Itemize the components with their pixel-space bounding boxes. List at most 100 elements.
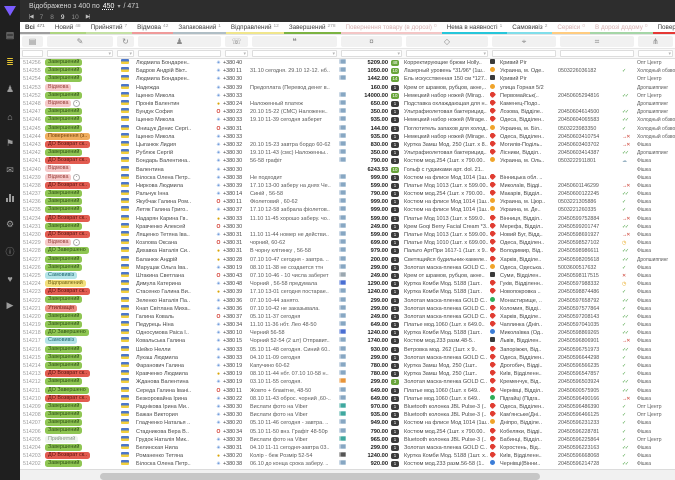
filter-input-product-icon[interactable]: ▾ bbox=[406, 50, 488, 57]
table-row[interactable]: 514221УтилізаціяКнап Світлана Миха..✳+38… bbox=[20, 305, 675, 313]
table-row[interactable]: 514244Повернення (з..Іщенко Микола✳+3803… bbox=[20, 133, 675, 141]
tracking-number[interactable]: 20450599752884 bbox=[558, 215, 622, 223]
tracking-number[interactable]: 20450596486390 bbox=[558, 403, 622, 411]
tracking-number[interactable]: 20450605294816 bbox=[558, 92, 622, 100]
messenger-icon[interactable]: О bbox=[214, 387, 223, 395]
table-row[interactable]: 514228ДО ЗавершеноДихавка Наталія Си..●+… bbox=[20, 247, 675, 255]
tracking-number[interactable]: 5003600517632 bbox=[558, 264, 622, 272]
messenger-icon[interactable]: ✳ bbox=[214, 403, 223, 411]
filter-input-phone-icon[interactable]: ▾ bbox=[225, 50, 248, 57]
tracking-number[interactable]: 20450597988332 bbox=[558, 280, 622, 288]
table-row[interactable]: 514211ДО ЗавершеноСереда Галина Івані..О… bbox=[20, 387, 675, 395]
tab-4[interactable]: Запакований1 bbox=[173, 22, 226, 34]
messenger-icon[interactable]: ● bbox=[214, 215, 223, 223]
messenger-icon[interactable]: ✳ bbox=[214, 362, 223, 370]
tracking-number[interactable]: 20450603403702 bbox=[558, 141, 622, 149]
messenger-icon[interactable]: ✳ bbox=[214, 419, 223, 427]
tracking-number[interactable]: 20450596466125 bbox=[558, 411, 622, 419]
messenger-icon[interactable]: О bbox=[214, 428, 223, 436]
table-row[interactable]: 514217СамовивізКовальська Галина✳+38015Ч… bbox=[20, 337, 675, 345]
last-page-button[interactable]: ▶| bbox=[86, 14, 90, 20]
column-header-phone-icon[interactable]: ☏ bbox=[225, 36, 248, 47]
tracking-number[interactable]: 20450604614500 bbox=[558, 108, 622, 116]
messenger-icon[interactable]: О bbox=[214, 198, 223, 206]
filter-input-order-icon[interactable] bbox=[22, 50, 43, 57]
messenger-icon[interactable]: ✳ bbox=[214, 157, 223, 165]
column-header-location-icon[interactable]: ⌖ bbox=[492, 36, 556, 47]
table-row[interactable]: 514238ДО Возврат ск..Ниркова Людмила✳+38… bbox=[20, 182, 675, 190]
table-row[interactable]: 514219ЗавершенийПедурець Ніна✳+3803411.1… bbox=[20, 321, 675, 329]
table-row[interactable]: 514220ЗавершенийГалина КовальО+3803705.1… bbox=[20, 313, 675, 321]
messenger-icon[interactable]: ✳ bbox=[214, 444, 223, 452]
filter-input-barcode-icon[interactable] bbox=[560, 50, 634, 57]
sidebar-item-2[interactable]: ≣ bbox=[0, 49, 20, 76]
tracking-number[interactable]: 20450597577864 bbox=[558, 305, 622, 313]
messenger-icon[interactable]: ✳ bbox=[214, 460, 223, 468]
messenger-icon[interactable]: ✳ bbox=[214, 321, 223, 329]
table-row[interactable]: 514239ВідмоваБілоска Олена Петр..✳+38038… bbox=[20, 174, 675, 182]
table-row[interactable]: 514252ЗавершенийІщенко Микола✳+380331400… bbox=[20, 92, 675, 100]
messenger-icon[interactable]: ● bbox=[214, 288, 223, 296]
sidebar-item-0[interactable] bbox=[0, 0, 20, 22]
table-row[interactable]: 514214ЗавершенийФаранович Галина✳+38019К… bbox=[20, 362, 675, 370]
sidebar-item-1[interactable]: ▤ bbox=[0, 22, 20, 49]
tracking-number[interactable]: 20450596214728 bbox=[558, 460, 622, 468]
messenger-icon[interactable]: ✳ bbox=[214, 190, 223, 198]
table-row[interactable]: 514227ЗавершенийБаланюк Андрій●+3802807.… bbox=[20, 256, 675, 264]
table-row[interactable]: 514231ЗавершенийКравченко АлексейО+38030… bbox=[20, 223, 675, 231]
first-page-button[interactable]: |◀ bbox=[29, 14, 33, 20]
table-row[interactable]: 514215ЗавершенийЛукаш Людмила✳+3803304.1… bbox=[20, 354, 675, 362]
tab-8[interactable]: Нема в наявності1 bbox=[442, 22, 508, 34]
table-row[interactable]: 514212ЗавершенийЖданова Валентина✳+38019… bbox=[20, 378, 675, 386]
table-row[interactable]: 514240ВідмоваВалентина✳+380306243.9310Го… bbox=[20, 165, 675, 173]
filter-input-status-icon[interactable]: ▾ bbox=[47, 50, 113, 57]
tracking-number[interactable]: 20450597041035 bbox=[558, 321, 622, 329]
messenger-icon[interactable]: ● bbox=[214, 256, 223, 264]
tracking-number[interactable]: 0503221260335 bbox=[558, 206, 622, 214]
table-row[interactable]: 514253ВідмоваНадежда✳+38039Предоплата (П… bbox=[20, 84, 675, 92]
messenger-icon[interactable]: О bbox=[214, 313, 223, 321]
messenger-icon[interactable]: ● bbox=[214, 100, 223, 108]
tracking-number[interactable]: 20450597208143 bbox=[558, 313, 622, 321]
filter-input-location-icon[interactable] bbox=[492, 50, 556, 57]
tracking-number[interactable]: 20450596223163 bbox=[558, 444, 622, 452]
table-row[interactable]: 514254ЗавершенийЛюдмила Бондарен..✳+3803… bbox=[20, 75, 675, 83]
tracking-number[interactable]: 20450597658792 bbox=[558, 297, 622, 305]
messenger-icon[interactable]: ✳ bbox=[214, 92, 223, 100]
messenger-icon[interactable]: ✳ bbox=[214, 133, 223, 141]
sidebar-item-9[interactable]: ⓘ bbox=[0, 238, 20, 265]
tab-3[interactable]: Відмова42 bbox=[132, 22, 173, 34]
tracking-number[interactable]: 20450600122245 bbox=[558, 190, 622, 198]
column-header-money-icon[interactable]: ¤ bbox=[341, 36, 402, 47]
table-row[interactable]: 514216ЗавершенийШейко Нелли✳+3803305.10 … bbox=[20, 346, 675, 354]
tracking-number[interactable]: 20450598527102 bbox=[558, 239, 622, 247]
table-row[interactable]: 514237ЗавершенийРальчук Інна✳+38014Синій… bbox=[20, 190, 675, 198]
table-row[interactable]: 514213ДО Возврат ск..Кравченко Людмила●+… bbox=[20, 370, 675, 378]
messenger-icon[interactable]: О bbox=[214, 223, 223, 231]
messenger-icon[interactable]: ✳ bbox=[214, 231, 223, 239]
horizontal-scrollbar[interactable] bbox=[20, 469, 675, 480]
tab-2[interactable]: Прийнятий7 bbox=[86, 22, 133, 34]
sidebar-item-3[interactable]: ♟ bbox=[0, 76, 20, 103]
tracking-number[interactable]: 0503223983350 bbox=[558, 125, 622, 133]
tracking-number[interactable]: 20450601146299 bbox=[558, 182, 622, 190]
messenger-icon[interactable]: ● bbox=[214, 247, 223, 255]
tracking-number[interactable]: 20450596225864 bbox=[558, 436, 622, 444]
tab-1[interactable]: Новий48 bbox=[50, 22, 86, 34]
tracking-number[interactable]: 20450599201747 bbox=[558, 223, 622, 231]
filter-input-client-icon[interactable] bbox=[138, 50, 221, 57]
table-row[interactable]: 514226ЗавершенийМарущак Ольга Іва..✳+380… bbox=[20, 264, 675, 272]
column-header-order-icon[interactable]: ▤ bbox=[22, 36, 43, 47]
table-row[interactable]: 514241ДО Возврат ск..Бондарь Валентина..… bbox=[20, 157, 675, 165]
tracking-number[interactable]: 20450603414387 bbox=[558, 149, 622, 157]
table-row[interactable]: 514224ВідправленийДимула Катерина✳+38048… bbox=[20, 280, 675, 288]
messenger-icon[interactable]: ● bbox=[214, 452, 223, 460]
tab-0[interactable]: Всі471 bbox=[20, 22, 50, 34]
table-row[interactable]: 514230ДО Возврат ск..Лященко Тетяна Іва.… bbox=[20, 231, 675, 239]
table-row[interactable]: 514248ВідмоваПронів Валентин●+38024Налож… bbox=[20, 100, 675, 108]
tracking-number[interactable]: 20450598117515 bbox=[558, 272, 622, 280]
table-row[interactable]: 514256ЗавершенийЛюдмила Бондарен..✳+3804… bbox=[20, 59, 675, 67]
table-row[interactable]: 514218ДО ЗавершеноОдносумова Раіса І..✳+… bbox=[20, 329, 675, 337]
table-row[interactable]: 514234ДО Возврат ск..Надарян Карина Гв..… bbox=[20, 215, 675, 223]
tracking-number[interactable]: 20450596228781 bbox=[558, 428, 622, 436]
